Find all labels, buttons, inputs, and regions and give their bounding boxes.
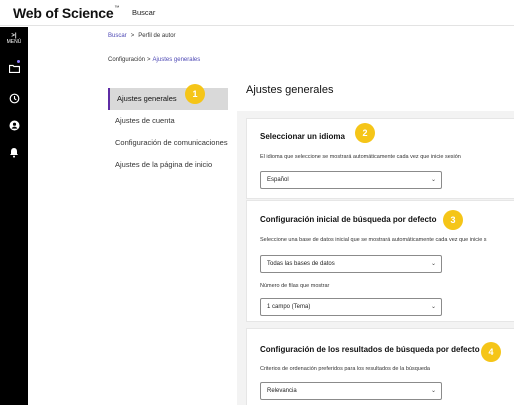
language-title: Seleccionar un idioma (260, 132, 345, 141)
breadcrumb: Buscar > Perfil de autor (108, 33, 176, 39)
chevron-down-icon: ⌄ (430, 177, 436, 183)
folder-icon (8, 64, 20, 73)
results-defaults-card: Configuración de los resultados de búsqu… (246, 328, 514, 405)
folder-button[interactable] (0, 64, 28, 73)
database-select[interactable]: Todas las bases de datos ⌄ (260, 255, 442, 273)
history-button[interactable] (0, 93, 28, 104)
callout-badge: 1 (185, 84, 205, 104)
settings-breadcrumb: Configuración > Ajustes generales (108, 57, 200, 63)
brand-logo[interactable]: Web of Science™ (13, 5, 119, 21)
language-select-value: Español (267, 177, 289, 183)
profile-button[interactable] (0, 120, 28, 131)
breadcrumb-current: Perfil de autor (138, 33, 176, 39)
language-select[interactable]: Español ⌄ (260, 171, 442, 189)
sort-select-value: Relevancia (267, 388, 297, 394)
callout-badge: 2 (355, 123, 375, 143)
breadcrumb-separator: > (130, 33, 135, 39)
rows-label: Número de filas que mostrar (260, 283, 330, 289)
search-defaults-title: Configuración inicial de búsqueda por de… (260, 215, 437, 224)
side-nav-homepage[interactable]: Ajustes de la página de inicio (108, 154, 228, 176)
page-title: Ajustes generales (246, 84, 334, 96)
database-select-value: Todas las bases de datos (267, 261, 335, 267)
breadcrumb-search-link[interactable]: Buscar (108, 33, 127, 39)
chevron-down-icon: ⌄ (430, 261, 436, 267)
menu-label: MENÚ (6, 39, 22, 45)
callout-badge: 3 (443, 210, 463, 230)
notification-dot (17, 60, 20, 63)
side-nav-communications[interactable]: Configuración de comunicaciones (108, 132, 228, 154)
menu-toggle-button[interactable]: >| MENÚ (0, 33, 28, 45)
user-icon (9, 120, 19, 131)
settings-crumb-separator: > (147, 57, 151, 63)
bell-icon (10, 148, 18, 158)
nav-search-link[interactable]: Buscar (132, 8, 155, 17)
search-defaults-desc: Seleccione una base de datos inicial que… (260, 237, 487, 243)
rows-select[interactable]: 1 campo (Tema) ⌄ (260, 298, 442, 316)
search-defaults-card: Configuración inicial de búsqueda por de… (246, 200, 514, 322)
settings-side-nav: Ajustes generales Ajustes de cuenta Conf… (108, 88, 228, 176)
left-rail: >| MENÚ (0, 27, 28, 405)
results-defaults-title: Configuración de los resultados de búsqu… (260, 345, 480, 354)
chevron-down-icon: ⌄ (430, 388, 436, 394)
settings-crumb-current: Ajustes generales (152, 57, 201, 63)
top-bar: Web of Science™ Buscar (0, 0, 514, 26)
alerts-button[interactable] (0, 147, 28, 158)
language-desc: El idioma que seleccione se mostrará aut… (260, 154, 461, 160)
language-card: Seleccionar un idioma El idioma que sele… (246, 118, 514, 199)
sort-select[interactable]: Relevancia ⌄ (260, 382, 442, 400)
history-icon (9, 93, 19, 104)
side-nav-general[interactable]: Ajustes generales (108, 88, 228, 110)
rows-select-value: 1 campo (Tema) (267, 304, 311, 310)
chevron-down-icon: ⌄ (430, 304, 436, 310)
callout-badge: 4 (481, 342, 501, 362)
side-nav-account[interactable]: Ajustes de cuenta (108, 110, 228, 132)
results-defaults-desc: Criterios de ordenación preferidos para … (260, 366, 430, 372)
settings-crumb-parent[interactable]: Configuración (108, 57, 145, 63)
